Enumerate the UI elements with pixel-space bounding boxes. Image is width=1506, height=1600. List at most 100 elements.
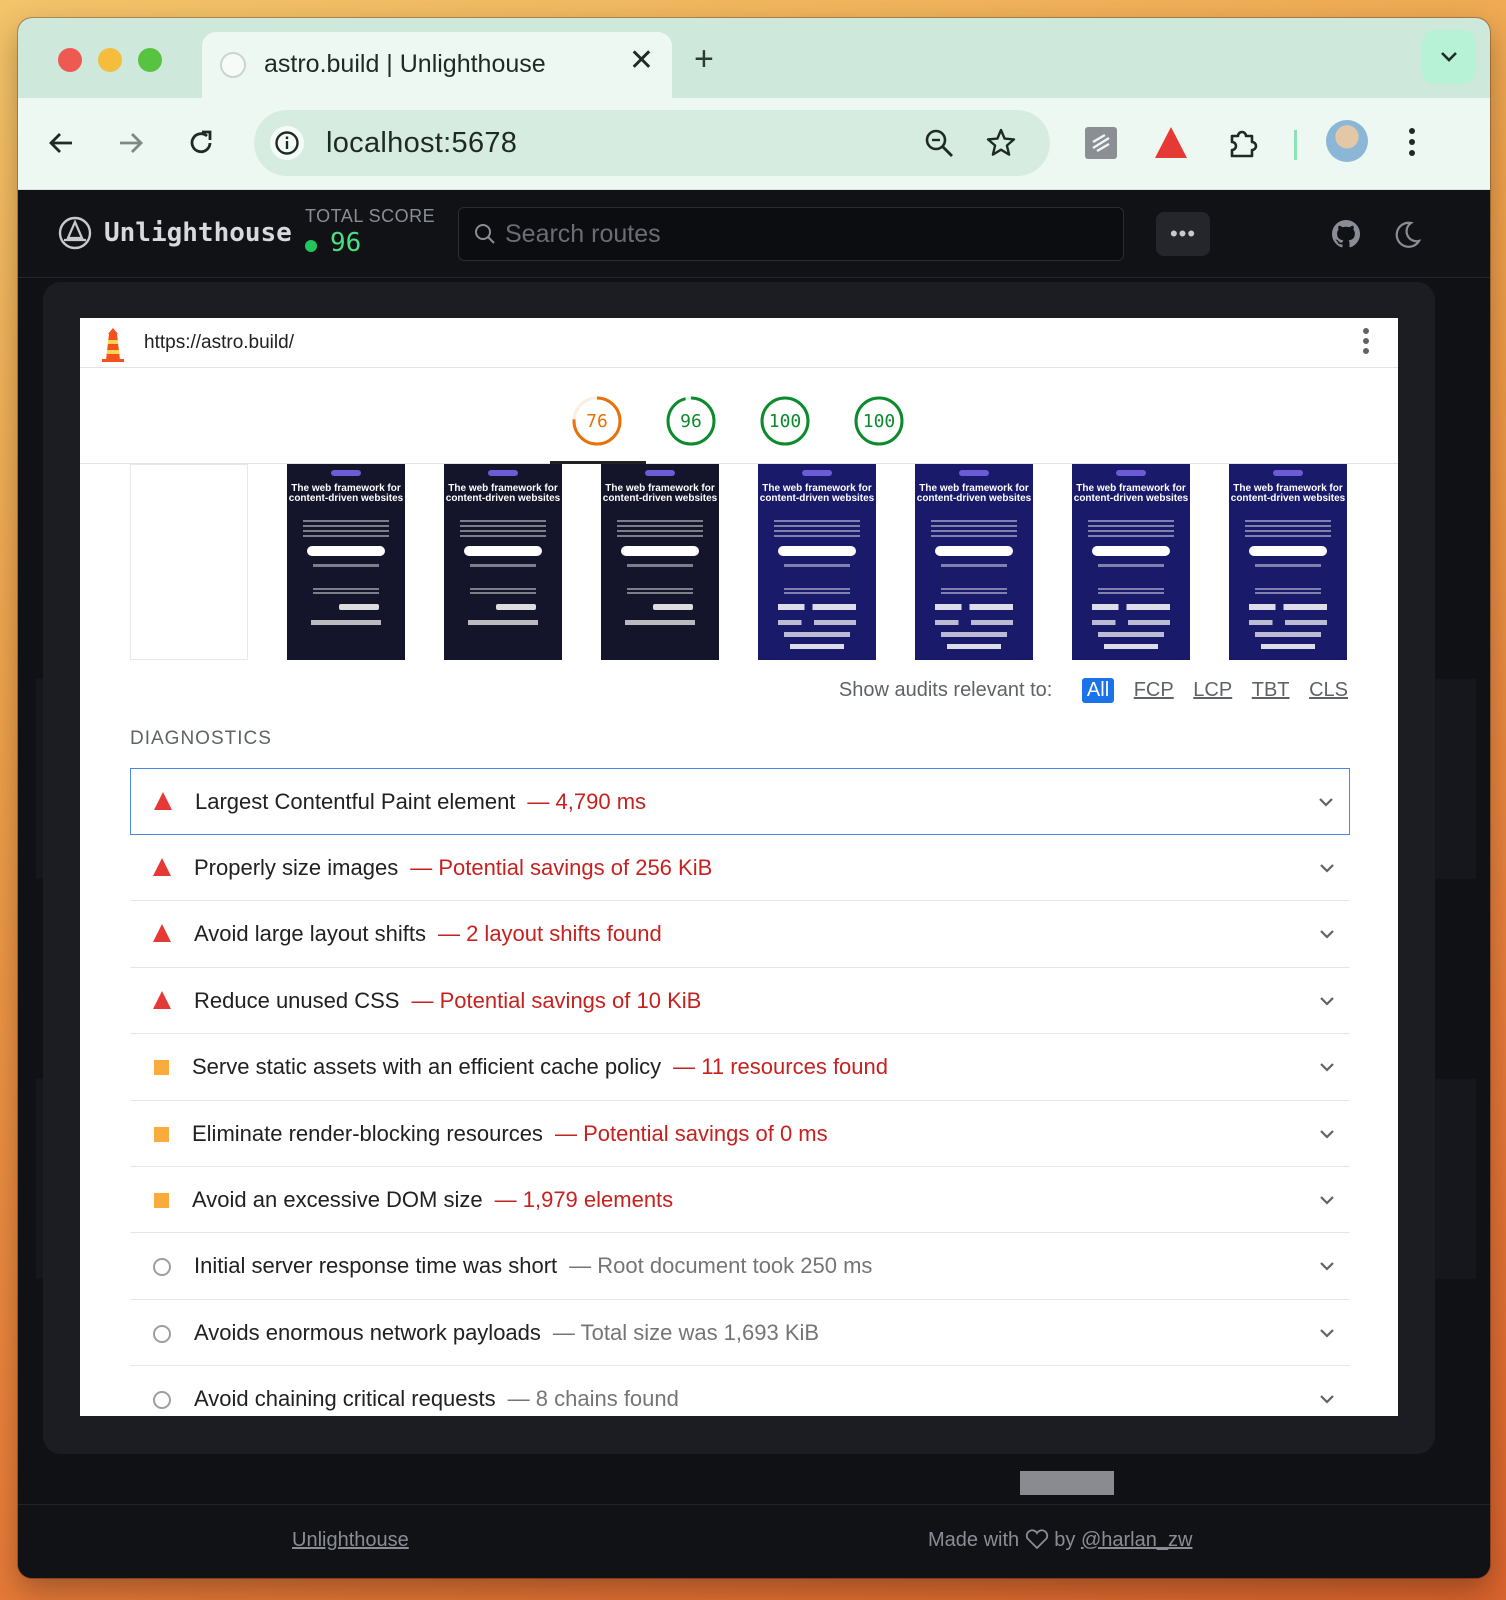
tab-close-icon[interactable]: ✕ xyxy=(629,46,654,76)
frame-headline: The web framework for content-driven web… xyxy=(445,483,561,504)
footer-unlighthouse-link[interactable]: Unlighthouse xyxy=(292,1529,409,1552)
audit-filter-label: Show audits relevant to: xyxy=(838,679,1053,701)
maximize-window-button[interactable] xyxy=(138,48,162,72)
audit-title: Avoid an excessive DOM size — 1,979 eleme… xyxy=(192,1187,673,1213)
audit-detail: — 8 chains found xyxy=(507,1386,679,1412)
frame-headline: The web framework for content-driven web… xyxy=(602,483,718,504)
audit-detail-text: Potential savings of 10 KiB xyxy=(439,987,702,1013)
chevron-down-icon[interactable] xyxy=(1318,1060,1336,1074)
gauge-seo[interactable]: 100 xyxy=(854,396,904,446)
back-button[interactable] xyxy=(44,126,78,160)
background-thumbnail xyxy=(1020,1471,1114,1495)
report-url[interactable]: https://astro.build/ xyxy=(144,332,294,354)
frame-headline: The web framework for content-driven web… xyxy=(916,483,1032,504)
audit-title: Avoids enormous network payloads — Total … xyxy=(194,1320,819,1346)
filter-lcp[interactable]: LCP xyxy=(1193,679,1232,702)
chevron-down-icon xyxy=(1441,52,1457,62)
extension-icon[interactable] xyxy=(1082,124,1120,162)
audit-row[interactable]: Largest Contentful Paint element — 4,790 … xyxy=(130,768,1350,835)
menu-icon[interactable] xyxy=(1408,128,1416,160)
audit-row[interactable]: Initial server response time was short — … xyxy=(130,1233,1350,1300)
filter-all[interactable]: All xyxy=(1081,678,1115,703)
audit-row[interactable]: Avoid large layout shifts — 2 layout shif… xyxy=(130,901,1350,968)
chevron-down-icon[interactable] xyxy=(1317,795,1335,809)
browser-toolbar: localhost:5678 xyxy=(18,98,1490,190)
bookmark-star-icon[interactable] xyxy=(984,126,1018,160)
audit-detail: — 2 layout shifts found xyxy=(437,921,662,947)
chevron-down-icon[interactable] xyxy=(1318,1259,1336,1273)
github-icon[interactable] xyxy=(1330,218,1362,250)
audit-detail: — 1,979 elements xyxy=(494,1186,674,1212)
audit-detail-text: Root document took 250 ms xyxy=(597,1253,873,1279)
gauge-performance[interactable]: 76 xyxy=(572,396,622,446)
url-text[interactable]: localhost:5678 xyxy=(326,127,517,160)
audit-row[interactable]: Avoids enormous network payloads — Total … xyxy=(130,1300,1350,1367)
footer-credit: Made with by @harlan_zw xyxy=(928,1529,1192,1552)
new-tab-button[interactable]: + xyxy=(694,42,714,76)
chevron-down-icon[interactable] xyxy=(1318,1127,1336,1141)
chevron-down-icon[interactable] xyxy=(1318,1392,1336,1406)
chevron-down-icon[interactable] xyxy=(1318,1326,1336,1340)
dark-mode-toggle-icon[interactable] xyxy=(1392,220,1422,250)
average-square-icon xyxy=(154,1192,169,1208)
gauge-accessibility[interactable]: 96 xyxy=(666,396,716,446)
brand-name[interactable]: Unlighthouse xyxy=(104,218,292,248)
audit-detail: — Root document took 250 ms xyxy=(569,1253,873,1279)
audit-detail-text: 4,790 ms xyxy=(555,789,647,814)
audit-detail: — Total size was 1,693 KiB xyxy=(552,1319,820,1345)
audit-row[interactable]: Reduce unused CSS — Potential savings of … xyxy=(130,968,1350,1035)
tab-title: astro.build | Unlighthouse xyxy=(264,50,546,78)
audit-title-text: Avoids enormous network payloads xyxy=(194,1319,541,1345)
audit-detail: — Potential savings of 0 ms xyxy=(554,1120,828,1146)
search-routes-box[interactable] xyxy=(458,207,1124,261)
score-gauges: 76 96 100 100 xyxy=(80,368,1398,464)
chevron-down-icon[interactable] xyxy=(1318,994,1336,1008)
audit-row[interactable]: Avoid chaining critical requests — 8 chai… xyxy=(130,1366,1350,1416)
lighthouse-extension-icon[interactable] xyxy=(1152,124,1190,162)
audit-detail: — 11 resources found xyxy=(673,1054,888,1080)
filter-fcp[interactable]: FCP xyxy=(1134,679,1174,702)
site-info-icon[interactable] xyxy=(270,126,304,160)
audit-row[interactable]: Properly size images — Potential savings … xyxy=(130,835,1350,902)
reload-button[interactable] xyxy=(184,126,218,160)
audit-row[interactable]: Serve static assets with an efficient ca… xyxy=(130,1034,1350,1101)
minimize-window-button[interactable] xyxy=(98,48,122,72)
audit-title-text: Eliminate render-blocking resources xyxy=(192,1120,543,1146)
filter-cls[interactable]: CLS xyxy=(1309,679,1348,702)
gauge-best-practices[interactable]: 100 xyxy=(760,396,810,446)
address-bar[interactable]: localhost:5678 xyxy=(254,110,1050,176)
audit-title: Eliminate render-blocking resources — Pot… xyxy=(192,1121,828,1147)
puzzle-icon[interactable] xyxy=(1224,124,1262,162)
chevron-down-icon[interactable] xyxy=(1318,1193,1336,1207)
audit-title-text: Initial server response time was short xyxy=(194,1253,558,1279)
profile-avatar[interactable] xyxy=(1326,120,1368,162)
search-icon xyxy=(475,224,495,244)
made-with-text: Made with xyxy=(928,1529,1020,1551)
fail-triangle-icon xyxy=(153,924,171,943)
audit-detail-text: 8 chains found xyxy=(535,1386,679,1412)
diagnostics-list: Largest Contentful Paint element — 4,790 … xyxy=(130,768,1350,1416)
filter-tbt[interactable]: TBT xyxy=(1252,679,1290,702)
author-link[interactable]: @harlan_zw xyxy=(1081,1529,1192,1551)
chevron-down-icon[interactable] xyxy=(1318,927,1336,941)
audit-title: Avoid chaining critical requests — 8 chai… xyxy=(194,1386,679,1412)
unlighthouse-logo-icon xyxy=(58,216,92,250)
audit-row[interactable]: Avoid an excessive DOM size — 1,979 eleme… xyxy=(130,1167,1350,1234)
tab-search-button[interactable] xyxy=(1422,30,1476,84)
tab-favicon-icon xyxy=(220,52,246,78)
frame-headline: The web framework for content-driven web… xyxy=(288,483,404,504)
fail-triangle-icon xyxy=(153,858,171,876)
audit-detail-text: Potential savings of 256 KiB xyxy=(438,855,713,880)
zoom-icon[interactable] xyxy=(922,126,956,160)
audit-title-text: Avoid an excessive DOM size xyxy=(192,1186,483,1212)
chevron-down-icon[interactable] xyxy=(1318,861,1336,875)
close-window-button[interactable] xyxy=(58,48,82,72)
filmstrip-frame: The web framework for content-driven web… xyxy=(1072,464,1190,660)
forward-button[interactable] xyxy=(114,126,148,160)
report-menu-icon[interactable] xyxy=(1362,328,1370,358)
audit-row[interactable]: Eliminate render-blocking resources — Pot… xyxy=(130,1101,1350,1167)
search-input[interactable] xyxy=(505,220,1105,249)
more-options-button[interactable]: ••• xyxy=(1156,212,1210,256)
browser-tab-active[interactable]: astro.build | Unlighthouse ✕ xyxy=(202,32,672,98)
filmstrip: The web framework for content-driven web… xyxy=(130,464,1370,664)
